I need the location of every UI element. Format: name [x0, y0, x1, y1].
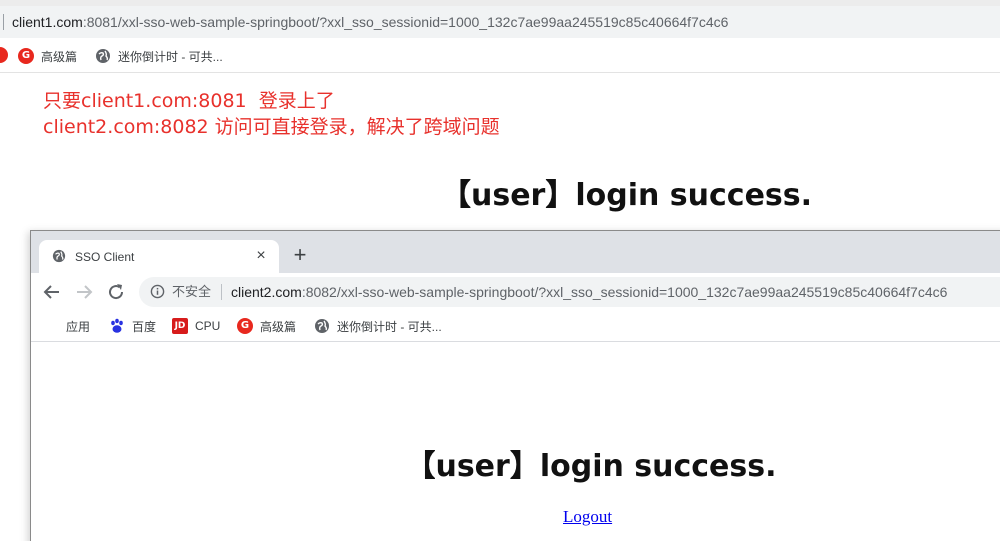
window1-url[interactable]: client1.com:8081/xxl-sso-web-sample-spri… — [12, 14, 728, 30]
annotation-text: 只要client1.com:8081 登录上了 client2.com:8082… — [43, 88, 500, 140]
window2-bookmarks-bar: 应用 百度 JD CPU G 高级篇 迷你倒计时 - 可共... — [31, 311, 1000, 342]
bookmark-advanced[interactable]: G 高级篇 — [237, 317, 296, 335]
window2-tab-strip: SSO Client × + — [31, 231, 1000, 273]
bookmark-cpu[interactable]: JD CPU — [172, 317, 220, 335]
bookmark-apps[interactable]: 应用 — [45, 317, 90, 335]
forward-arrow-icon[interactable] — [73, 281, 95, 303]
window2-url-path: :8082/xxl-sso-web-sample-springboot/?xxl… — [301, 284, 948, 300]
close-tab-icon[interactable]: × — [251, 246, 271, 266]
globe-icon — [52, 249, 66, 268]
tab-sso-client[interactable]: SSO Client × — [39, 240, 279, 273]
window2-login-heading: 【user】login success. — [405, 449, 777, 484]
window1-login-heading: 【user】login success. — [441, 178, 813, 213]
bookmark-baidu[interactable]: 百度 — [109, 317, 156, 335]
info-circle-icon[interactable] — [150, 284, 165, 304]
bookmark-label: 应用 — [66, 319, 91, 334]
globe-icon — [95, 48, 111, 64]
bookmark-label: 高级篇 — [41, 49, 78, 64]
not-secure-label[interactable]: 不安全 — [172, 284, 211, 300]
window1-url-path: :8081/xxl-sso-web-sample-springboot/?xxl… — [82, 14, 729, 30]
bookmark-label: 百度 — [132, 319, 157, 334]
annotation-line-1: 只要client1.com:8081 登录上了 — [43, 90, 335, 112]
window1-address-bar[interactable]: client1.com:8081/xxl-sso-web-sample-spri… — [0, 6, 1000, 38]
window2-toolbar: 不安全 client2.com:8082/xxl-sso-web-sample-… — [31, 273, 1000, 311]
screenshot-root: client1.com:8081/xxl-sso-web-sample-spri… — [0, 0, 1000, 541]
tab-title: SSO Client — [75, 250, 135, 264]
back-arrow-icon[interactable] — [41, 281, 63, 303]
bookmark-countdown[interactable]: 迷你倒计时 - 可共... — [314, 317, 442, 335]
logout-link[interactable]: Logout — [563, 507, 612, 527]
g-logo-icon: G — [237, 318, 253, 334]
window1-bookmark-countdown[interactable]: 迷你倒计时 - 可共... — [95, 47, 223, 65]
apps-grid-icon — [45, 319, 59, 333]
window1-bookmark-advanced[interactable]: G 高级篇 — [18, 47, 77, 65]
baidu-paw-icon — [109, 318, 125, 334]
bookmark-label: 迷你倒计时 - 可共... — [118, 49, 223, 64]
jd-logo-icon: JD — [172, 318, 188, 334]
window1-address-caret — [3, 14, 4, 30]
globe-icon — [314, 318, 330, 334]
window2-browser: SSO Client × + 不安全 client2.com:8082/xxl-… — [30, 230, 1000, 541]
g-logo-icon: G — [18, 48, 34, 64]
g-logo-icon[interactable] — [0, 47, 8, 63]
reload-icon[interactable] — [105, 281, 127, 303]
bookmark-label: CPU — [195, 319, 221, 333]
address-separator — [221, 284, 222, 300]
bookmark-label: 高级篇 — [260, 319, 297, 334]
window2-address-bar[interactable]: 不安全 client2.com:8082/xxl-sso-web-sample-… — [139, 277, 1000, 307]
window1-url-host: client1.com — [12, 14, 83, 30]
annotation-line-2: client2.com:8082 访问可直接登录，解决了跨域问题 — [43, 116, 500, 138]
window2-url-host: client2.com — [231, 284, 302, 300]
window1-bookmarks-bar: G 高级篇 迷你倒计时 - 可共... — [0, 38, 1000, 73]
bookmark-label: 迷你倒计时 - 可共... — [337, 319, 442, 334]
window2-url[interactable]: client2.com:8082/xxl-sso-web-sample-spri… — [231, 284, 947, 300]
new-tab-button[interactable]: + — [289, 244, 311, 266]
